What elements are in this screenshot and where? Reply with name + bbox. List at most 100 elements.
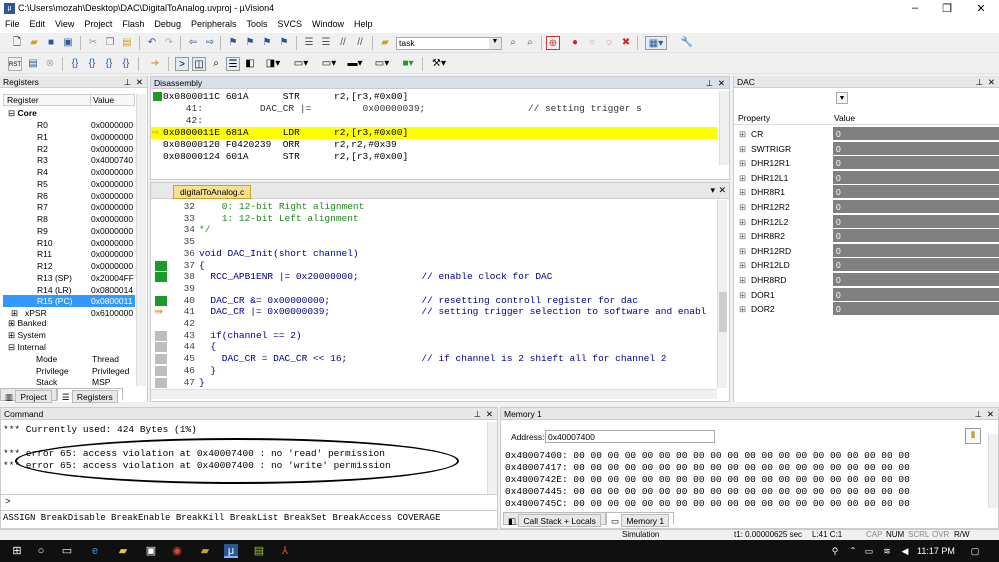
symbols-window-icon[interactable]: ⌕ bbox=[209, 57, 223, 71]
uvision-taskbar-icon[interactable]: μ bbox=[224, 544, 238, 558]
watch-windows-icon[interactable]: ◨▾ bbox=[262, 57, 284, 71]
clock[interactable]: 11:17 PM bbox=[917, 546, 955, 556]
kill-breakpoints-icon[interactable]: ✖ bbox=[619, 36, 633, 50]
memory-row[interactable]: 0x40007400: 00 00 00 00 00 00 00 00 00 0… bbox=[505, 450, 910, 462]
bookmark-icon[interactable]: ⚑ bbox=[226, 36, 240, 50]
expand-icon[interactable]: ⊞ bbox=[739, 142, 746, 156]
tab-project[interactable]: ▥ Project bbox=[0, 388, 57, 403]
command-input[interactable]: > bbox=[5, 496, 11, 508]
save-all-icon[interactable]: ▣ bbox=[61, 36, 75, 50]
expand-icon[interactable]: ⊞ bbox=[739, 156, 746, 170]
code-line[interactable]: 1: 12-bit Left alignment bbox=[199, 213, 359, 225]
expand-icon[interactable]: ⊞ bbox=[739, 302, 746, 316]
menu-view[interactable]: View bbox=[50, 17, 79, 29]
dac-property-row[interactable]: ⊞ DHR12LD 0 bbox=[737, 258, 999, 272]
dac-property-row[interactable]: ⊞ DHR8R1 0 bbox=[737, 185, 999, 199]
register-row[interactable]: R6 0x0000000 bbox=[3, 190, 135, 202]
code-line[interactable]: 0: 12-bit Right alignment bbox=[199, 201, 365, 213]
menu-peripherals[interactable]: Peripherals bbox=[186, 17, 242, 29]
next-bookmark-icon[interactable]: ⚑ bbox=[260, 36, 274, 50]
dac-property-value[interactable]: 0 bbox=[833, 214, 999, 228]
minimize-icon[interactable]: – bbox=[900, 2, 930, 14]
close-icon[interactable]: ✕ bbox=[966, 2, 996, 15]
register-row[interactable]: R4 0x0000000 bbox=[3, 166, 135, 178]
dac-property-value[interactable]: 0 bbox=[833, 156, 999, 170]
close-icon[interactable]: ✕ bbox=[718, 185, 726, 196]
code-line[interactable]: void DAC_Init(short channel) bbox=[199, 248, 359, 260]
run-icon[interactable]: ▤ bbox=[26, 57, 40, 71]
debug-session-icon[interactable]: ⊕ bbox=[546, 36, 560, 50]
edge-icon[interactable]: e bbox=[88, 544, 102, 558]
expand-icon[interactable]: ⊞ bbox=[739, 127, 746, 141]
serial-windows-icon[interactable]: ▭▾ bbox=[318, 57, 340, 71]
disassembly-line[interactable]: 0x0800011C 601A STR r2,[r3,#0x00] bbox=[163, 91, 408, 103]
dac-property-row[interactable]: ⊞ DHR12L2 0 bbox=[737, 214, 999, 229]
dac-property-row[interactable]: ⊞ DHR12RD 0 bbox=[737, 243, 999, 258]
memory-row[interactable]: 0x40007417: 00 00 00 00 00 00 00 00 00 0… bbox=[505, 462, 910, 474]
indent-icon[interactable]: ☰ bbox=[302, 36, 316, 50]
dac-property-value[interactable]: 0 bbox=[833, 185, 999, 199]
core-group[interactable]: ⊟ Core bbox=[8, 107, 37, 119]
chevron-down-icon[interactable]: ▼ bbox=[836, 92, 848, 104]
open-folder-icon[interactable]: ▰ bbox=[27, 36, 41, 50]
analysis-windows-icon[interactable]: ▬▾ bbox=[344, 57, 366, 71]
disassembly-source-line[interactable]: 42: bbox=[163, 115, 203, 127]
banked-group[interactable]: ⊞ Banked bbox=[8, 317, 46, 329]
register-row[interactable]: R5 0x0000000 bbox=[3, 178, 135, 190]
dac-property-value[interactable]: 0 bbox=[833, 273, 999, 286]
disable-all-breakpoints-icon[interactable]: ◌ bbox=[602, 36, 616, 50]
save-icon[interactable]: ■ bbox=[44, 36, 58, 50]
target-select[interactable]: task ▼ bbox=[396, 37, 502, 50]
system-group[interactable]: ⊞ System bbox=[8, 329, 46, 341]
dac-property-value[interactable]: 0 bbox=[833, 302, 999, 316]
volume-icon[interactable]: ◀ bbox=[898, 544, 912, 558]
command-scrollbar[interactable] bbox=[487, 422, 497, 494]
dac-property-value[interactable]: 0 bbox=[833, 170, 999, 184]
dac-property-value[interactable]: 0 bbox=[833, 127, 999, 140]
cut-icon[interactable]: ✂ bbox=[86, 36, 100, 50]
disassembly-scrollbar[interactable] bbox=[719, 91, 729, 165]
menu-project[interactable]: Project bbox=[79, 17, 117, 29]
close-icon[interactable]: ✕ bbox=[486, 408, 493, 420]
dac-property-row[interactable]: ⊞ DHR12R2 0 bbox=[737, 200, 999, 214]
expand-icon[interactable]: ⊞ bbox=[739, 200, 746, 214]
editor-scrollbar[interactable] bbox=[717, 200, 727, 388]
code-line[interactable]: if(channel == 2) bbox=[199, 330, 301, 342]
dac-property-value[interactable]: 0 bbox=[833, 243, 999, 257]
tab-registers[interactable]: ☰ Registers bbox=[56, 388, 123, 403]
memory-row[interactable]: 0x40007445: 00 00 00 00 00 00 00 00 00 0… bbox=[505, 486, 910, 498]
dac-property-value[interactable]: 0 bbox=[833, 141, 999, 155]
people-icon[interactable]: ⚲ bbox=[828, 544, 842, 558]
chevron-up-icon[interactable]: ⌃ bbox=[846, 544, 860, 558]
window-layout-icon[interactable]: ▦▾ bbox=[645, 36, 667, 50]
pin-icon[interactable]: ⊥ bbox=[124, 76, 131, 88]
menu-help[interactable]: Help bbox=[349, 17, 378, 29]
unindent-icon[interactable]: ☰ bbox=[319, 36, 333, 50]
disassembly-window-icon[interactable]: ◫ bbox=[192, 57, 206, 71]
tab-call-stack[interactable]: ◧ Call Stack + Locals bbox=[503, 512, 606, 527]
copy-icon[interactable]: ❐ bbox=[103, 36, 117, 50]
dac-property-row[interactable]: ⊞ DHR12R1 0 bbox=[737, 156, 999, 170]
code-line[interactable]: DAC_CR |= 0x00000039; // setting trigger… bbox=[199, 306, 706, 318]
code-line[interactable]: */ bbox=[199, 224, 210, 236]
address-input[interactable]: 0x40007400 bbox=[545, 430, 715, 443]
undo-icon[interactable]: ↶ bbox=[145, 36, 159, 50]
expand-icon[interactable]: ⊞ bbox=[739, 229, 746, 243]
new-file-icon[interactable]: 🗋 bbox=[10, 36, 24, 50]
network-icon[interactable]: ≋ bbox=[880, 544, 894, 558]
tab-list-icon[interactable]: ▾ bbox=[710, 185, 715, 196]
acrobat-icon[interactable]: ⅄ bbox=[278, 544, 292, 558]
dac-property-row[interactable]: ⊞ SWTRIGR 0 bbox=[737, 141, 999, 156]
file-explorer-icon[interactable]: ▰ bbox=[116, 544, 130, 558]
step-out-icon[interactable]: {} bbox=[102, 57, 116, 71]
system-viewer-icon[interactable]: ■▾ bbox=[397, 57, 419, 71]
code-line[interactable]: DAC_CR = DAC_CR << 16; // if channel is … bbox=[199, 353, 667, 365]
paste-icon[interactable]: ▤ bbox=[120, 36, 134, 50]
register-row[interactable]: R3 0x4000740 bbox=[3, 154, 135, 166]
dac-property-value[interactable]: 0 bbox=[833, 258, 999, 272]
nav-back-icon[interactable]: ⇦ bbox=[186, 36, 200, 50]
maximize-icon[interactable]: ❐ bbox=[932, 2, 962, 15]
uncomment-icon[interactable]: // bbox=[353, 36, 367, 50]
register-row[interactable]: Mode Thread bbox=[36, 353, 119, 365]
code-line[interactable]: RCC_APB1ENR |= 0x20000000; // enable clo… bbox=[199, 271, 552, 283]
